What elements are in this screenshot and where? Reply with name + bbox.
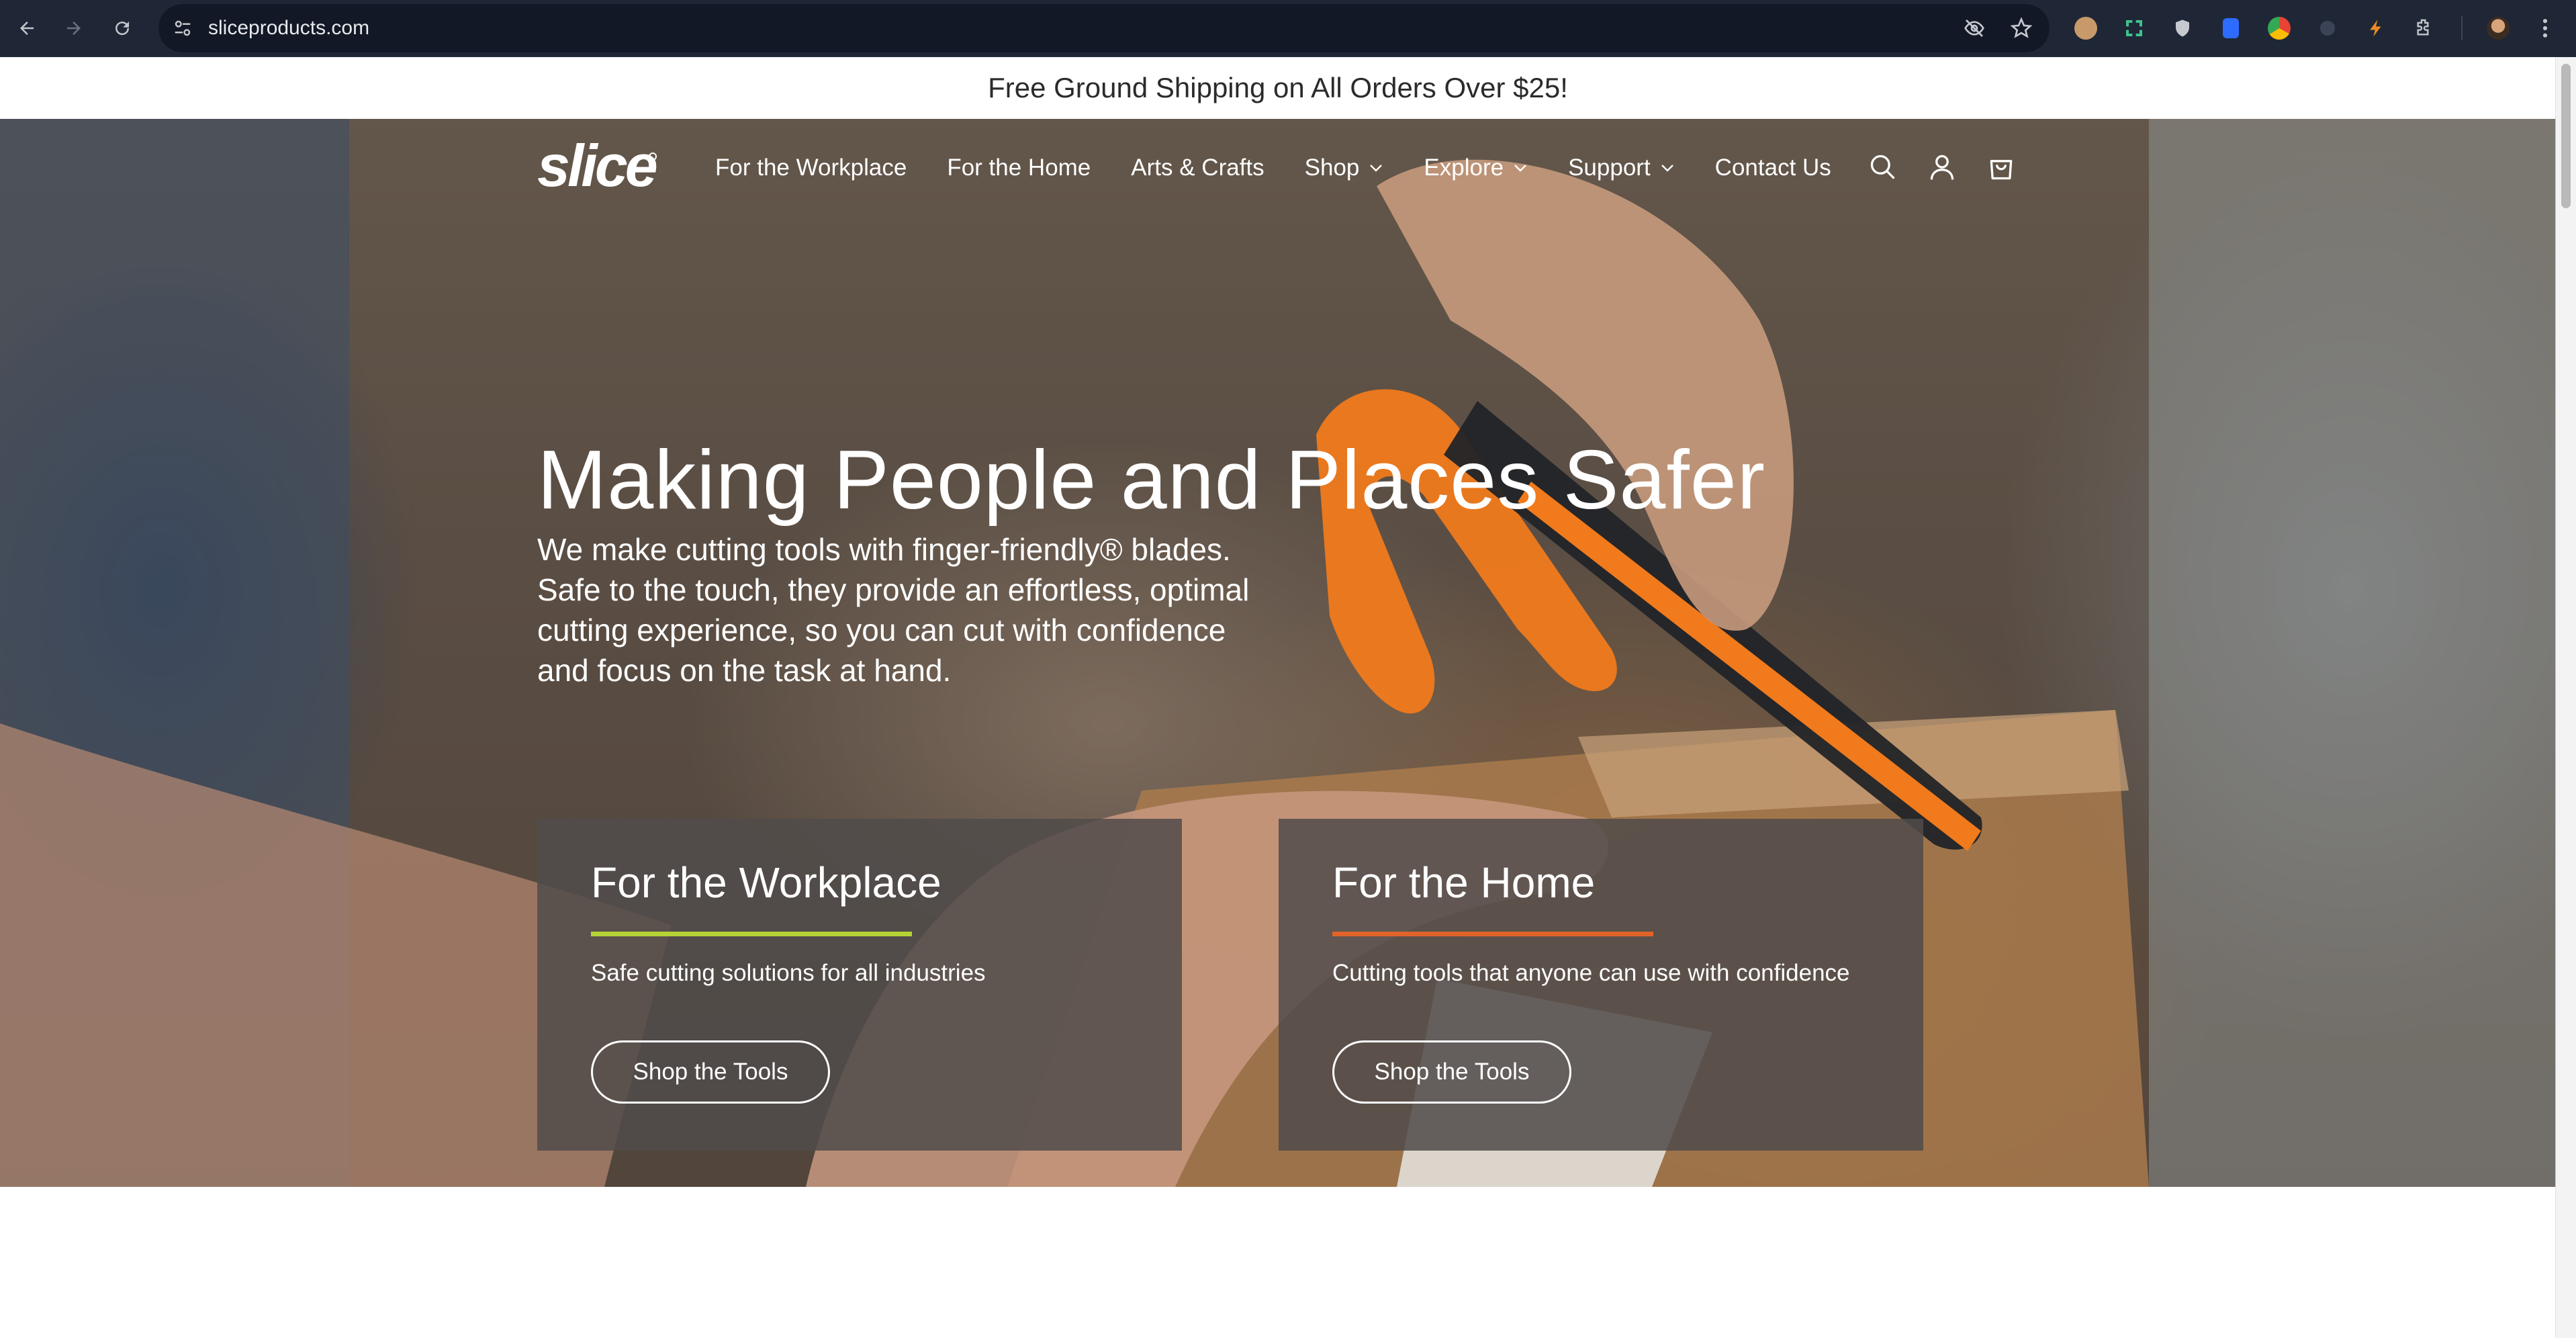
announcement-bar: Free Ground Shipping on All Orders Over … xyxy=(0,57,2556,120)
nav-label: Explore xyxy=(1424,154,1504,181)
chevron-down-icon xyxy=(1661,165,1673,172)
nav-shop[interactable]: Shop xyxy=(1305,154,1384,181)
hero-title: Making People and Places Safer xyxy=(537,434,1766,527)
extension-chrome-icon[interactable] xyxy=(2263,12,2295,44)
nav-label: For the Workplace xyxy=(715,154,907,181)
nav-support[interactable]: Support xyxy=(1568,154,1675,181)
main-navigation: For the Workplace For the Home Arts & Cr… xyxy=(715,151,1872,185)
site-settings-icon[interactable] xyxy=(167,12,199,44)
extensions-puzzle-icon[interactable] xyxy=(2408,12,2440,44)
card-title: For the Home xyxy=(1332,858,1596,907)
scrollbar-thumb[interactable] xyxy=(2561,64,2571,208)
chevron-down-icon xyxy=(1514,165,1526,172)
cart-icon[interactable] xyxy=(1982,148,2020,186)
toolbar-divider xyxy=(2461,16,2463,40)
card-accent-line xyxy=(591,932,912,936)
workplace-card: For the Workplace Safe cutting solutions… xyxy=(537,819,1182,1151)
hero-description: We make cutting tools with finger-friend… xyxy=(537,532,1250,688)
nav-label: Shop xyxy=(1304,154,1360,181)
card-title: For the Workplace xyxy=(591,858,941,907)
home-card: For the Home Cutting tools that anyone c… xyxy=(1279,819,1923,1151)
account-icon[interactable] xyxy=(1923,148,1961,186)
web-page: Free Ground Shipping on All Orders Over … xyxy=(0,57,2556,1338)
card-accent-line xyxy=(1332,932,1653,936)
nav-label: Arts & Crafts xyxy=(1131,154,1264,181)
url-text[interactable]: sliceproducts.com xyxy=(208,4,369,52)
nav-for-the-home[interactable]: For the Home xyxy=(947,154,1091,181)
profile-avatar[interactable] xyxy=(2482,12,2514,44)
page-scrollbar[interactable] xyxy=(2555,57,2576,1338)
shop-the-tools-button[interactable]: Shop the Tools xyxy=(1332,1040,1571,1104)
chevron-down-icon xyxy=(1370,165,1383,172)
nav-label: Contact Us xyxy=(1714,154,1831,181)
back-icon[interactable] xyxy=(11,12,43,44)
extension-sun-icon[interactable] xyxy=(2311,12,2344,44)
nav-label: Support xyxy=(1568,154,1651,181)
site-header: slice For the Workplace For the Home Art… xyxy=(0,119,2556,220)
nav-for-the-workplace[interactable]: For the Workplace xyxy=(715,154,907,181)
shop-the-tools-button[interactable]: Shop the Tools xyxy=(591,1040,830,1104)
extension-shield-icon[interactable] xyxy=(2166,12,2199,44)
reload-icon[interactable] xyxy=(106,12,138,44)
nav-label: For the Home xyxy=(947,154,1091,181)
extension-face-icon[interactable] xyxy=(2070,12,2102,44)
nav-explore[interactable]: Explore xyxy=(1424,154,1528,181)
bookmark-star-icon[interactable] xyxy=(2005,12,2037,44)
extension-blue-icon[interactable] xyxy=(2215,12,2247,44)
chrome-menu-icon[interactable] xyxy=(2529,12,2561,44)
extension-expand-icon[interactable] xyxy=(2118,12,2150,44)
svg-text:slice: slice xyxy=(537,134,657,199)
forward-icon[interactable] xyxy=(58,12,90,44)
nav-arts-crafts[interactable]: Arts & Crafts xyxy=(1131,154,1264,181)
browser-toolbar: sliceproducts.com xyxy=(0,0,2576,57)
card-description: Cutting tools that anyone can use with c… xyxy=(1332,960,1850,986)
nav-contact-us[interactable]: Contact Us xyxy=(1715,154,1831,181)
address-bar[interactable]: sliceproducts.com xyxy=(158,4,2050,52)
hero-section: slice For the Workplace For the Home Art… xyxy=(0,119,2556,1187)
search-icon[interactable] xyxy=(1864,148,1902,186)
slice-logo[interactable]: slice xyxy=(537,132,659,201)
card-description: Safe cutting solutions for all industrie… xyxy=(591,960,986,986)
extension-bolt-icon[interactable] xyxy=(2360,12,2392,44)
tracking-eye-off-icon[interactable] xyxy=(1958,12,1990,44)
